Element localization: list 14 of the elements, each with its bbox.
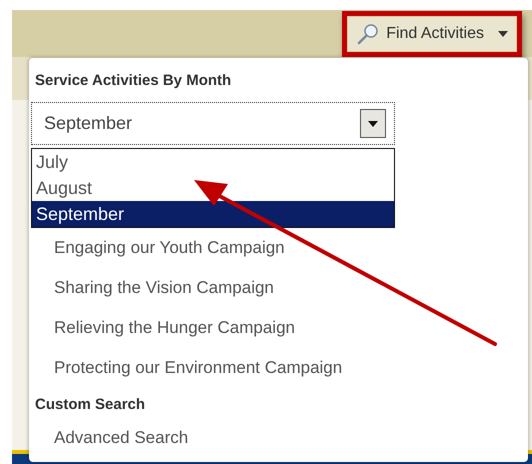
option-item[interactable]: July xyxy=(32,149,394,175)
section-heading: Custom Search xyxy=(34,395,146,415)
month-select[interactable]: September xyxy=(31,102,395,145)
menu-link[interactable]: Relieving the Hunger Campaign xyxy=(29,308,295,348)
menu-link[interactable]: Sharing the Vision Campaign xyxy=(29,268,274,308)
menu-link[interactable]: Engaging our Youth Campaign xyxy=(29,228,285,268)
section-heading: Service Activities By Month xyxy=(34,71,232,91)
option-item[interactable]: September xyxy=(32,201,394,227)
menu-link[interactable]: Advanced Search xyxy=(29,418,188,458)
search-icon xyxy=(356,22,380,46)
menu-link[interactable]: Protecting our Environment Campaign xyxy=(29,348,342,388)
find-activities-button[interactable]: Find Activities xyxy=(348,16,516,50)
caret-icon xyxy=(498,30,508,36)
option-item[interactable]: August xyxy=(32,175,394,201)
